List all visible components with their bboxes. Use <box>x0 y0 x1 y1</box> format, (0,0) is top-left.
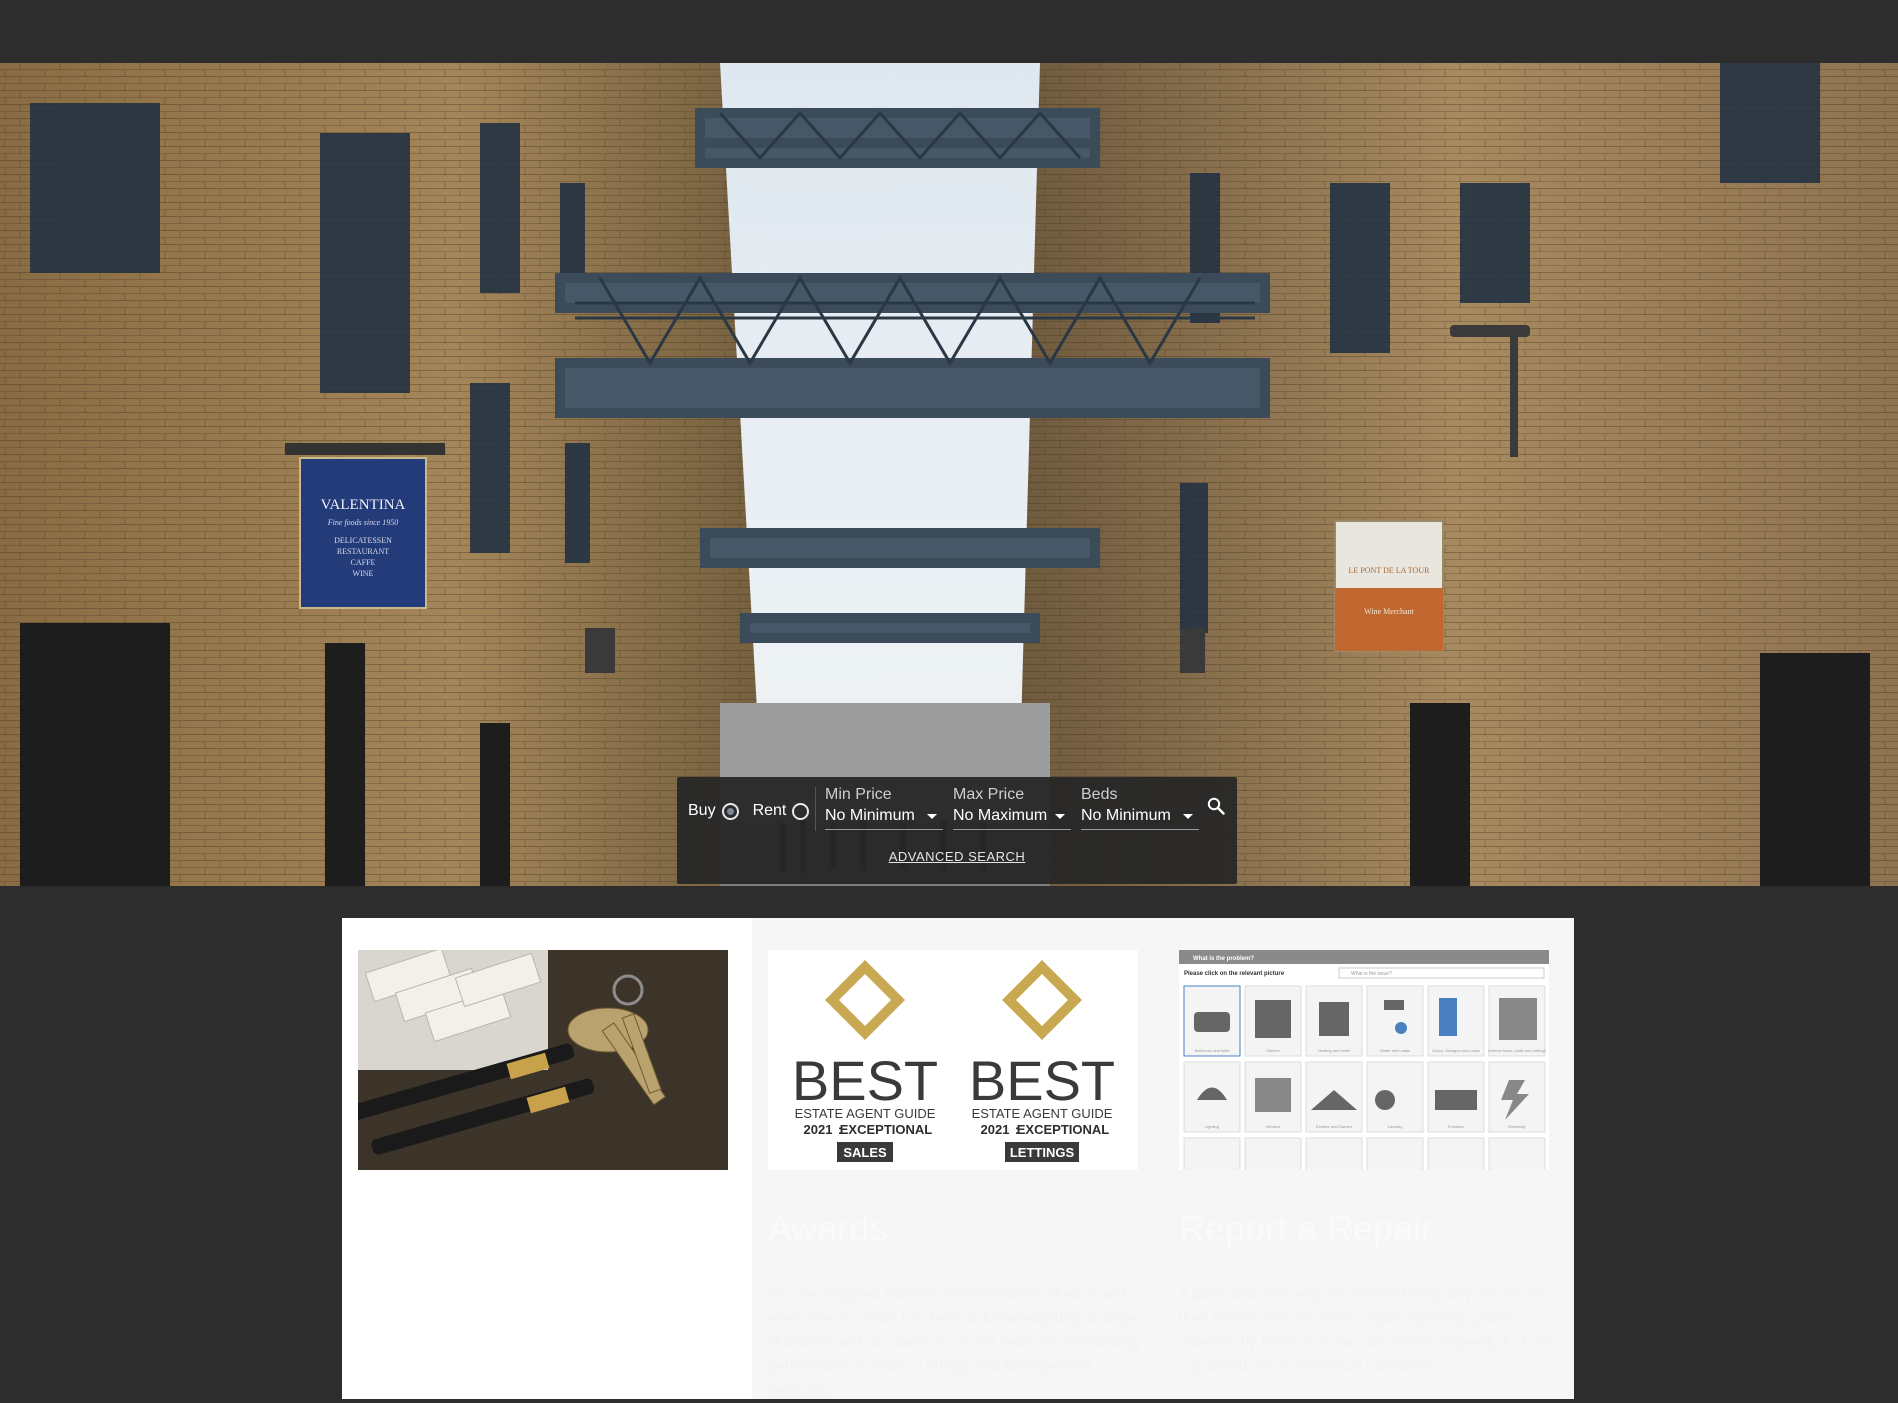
rent-radio[interactable] <box>792 802 810 820</box>
valentina-sign-line: WINE <box>353 569 374 578</box>
hero-banner: VALENTINA Fine foods since 1950 DELICATE… <box>0 63 1898 886</box>
wine-merchant-sign: LE PONT DE LA TOUR Wine Merchant <box>1334 520 1444 652</box>
card-text: A quick and easy way for tenants to flag… <box>1179 1286 1552 1375</box>
repair-tile: Laundry <box>1388 1124 1402 1129</box>
wine-merchant-sign-sub: Wine Merchant <box>1364 607 1414 616</box>
repair-tile: Exterior and Garden <box>1316 1124 1352 1129</box>
keys-pens-photo <box>358 950 728 1170</box>
property-search-panel: Buy Rent Min Price No Minimum Max Price … <box>677 777 1237 884</box>
max-price-label: Max Price <box>953 786 1025 803</box>
chevron-down-icon <box>927 814 937 819</box>
search-icon[interactable] <box>1207 797 1225 815</box>
repair-search: What is the issue? <box>1351 971 1392 977</box>
valentina-sign-line: RESTAURANT <box>337 547 389 556</box>
repair-tile: Bathroom and toilet <box>1195 1048 1231 1053</box>
rent-label: Rent <box>752 802 787 819</box>
awards-badges: BEST ESTATE AGENT GUIDE 2021 : EXCEPTION… <box>768 950 1138 1170</box>
beds-label: Beds <box>1081 786 1118 803</box>
wine-merchant-sign-title: LE PONT DE LA TOUR <box>1349 566 1431 575</box>
repair-screenshot: What is the problem? Please click on the… <box>1179 950 1549 1170</box>
card-text: We are delighted that the professionalis… <box>768 1286 1140 1399</box>
badge-line: ESTATE AGENT GUIDE <box>795 1106 936 1121</box>
max-price-field: Max Price No Maximum <box>953 786 1071 838</box>
valentina-sign-line: CAFFE <box>351 558 376 567</box>
buy-rent-toggle: Buy Rent <box>688 799 823 823</box>
repair-prompt: Please click on the relevant picture <box>1184 971 1285 977</box>
beds-field: Beds No Minimum <box>1081 786 1199 838</box>
buy-label: Buy <box>688 802 716 819</box>
max-price-select[interactable]: No Maximum <box>953 806 1071 830</box>
repair-tile: Electricity <box>1508 1124 1525 1129</box>
min-price-value: No Minimum <box>825 807 915 824</box>
card-awards: BEST ESTATE AGENT GUIDE 2021 : EXCEPTION… <box>752 918 1163 1399</box>
repair-tile: Kitchen <box>1266 1048 1279 1053</box>
repair-header: What is the problem? <box>1193 956 1254 962</box>
hero-image: VALENTINA Fine foods since 1950 DELICATE… <box>0 63 1898 886</box>
card-keys <box>342 918 752 1399</box>
top-bar <box>0 0 1898 63</box>
badge-tag: SALES <box>843 1145 887 1160</box>
badge-year: 2021 <box>981 1122 1010 1137</box>
min-price-field: Min Price No Minimum <box>825 786 943 838</box>
valentina-sign-title: VALENTINA <box>321 497 406 513</box>
repair-tile: Water and Leaks <box>1380 1048 1410 1053</box>
card-title[interactable]: Awards <box>768 1208 887 1250</box>
badge-tag: LETTINGS <box>1010 1145 1075 1160</box>
feature-cards: BEST ESTATE AGENT GUIDE 2021 : EXCEPTION… <box>342 918 1574 1399</box>
beds-select[interactable]: No Minimum <box>1081 806 1199 830</box>
repair-tile: Lighting <box>1205 1124 1219 1129</box>
awards-image: BEST ESTATE AGENT GUIDE 2021 : EXCEPTION… <box>768 950 1138 1170</box>
panel-divider <box>815 787 816 831</box>
card-report-repair: What is the problem? Please click on the… <box>1163 918 1574 1399</box>
repair-tile: Heating and boiler <box>1318 1048 1351 1053</box>
badge-year: 2021 <box>804 1122 833 1137</box>
min-price-label: Min Price <box>825 786 892 803</box>
keys-pens-image <box>358 950 728 1170</box>
beds-value: No Minimum <box>1081 807 1171 824</box>
repair-tile: Doors, Garages and Locks <box>1432 1048 1480 1053</box>
repair-tile: Furniture <box>1448 1124 1465 1129</box>
valentina-sign: VALENTINA Fine foods since 1950 DELICATE… <box>285 443 445 609</box>
buy-radio[interactable] <box>721 802 739 820</box>
max-price-value: No Maximum <box>953 807 1048 824</box>
badge-word: BEST <box>969 1049 1115 1112</box>
min-price-select[interactable]: No Minimum <box>825 806 943 830</box>
repair-tile: Internal floors, walls and ceilings <box>1488 1048 1546 1053</box>
badge-grade: EXCEPTIONAL <box>840 1122 933 1137</box>
badge-line: ESTATE AGENT GUIDE <box>972 1106 1113 1121</box>
advanced-search-link[interactable]: ADVANCED SEARCH <box>677 849 1237 864</box>
valentina-sign-sub: Fine foods since 1950 <box>327 518 398 527</box>
chevron-down-icon <box>1183 814 1193 819</box>
repair-tile: Window <box>1266 1124 1280 1129</box>
badge-grade: EXCEPTIONAL <box>1017 1122 1110 1137</box>
badge-word: BEST <box>792 1049 938 1112</box>
valentina-sign-line: DELICATESSEN <box>334 536 392 545</box>
card-title[interactable]: Report a Repair <box>1179 1208 1433 1250</box>
repair-screenshot-image: What is the problem? Please click on the… <box>1179 950 1549 1170</box>
chevron-down-icon <box>1055 814 1065 819</box>
